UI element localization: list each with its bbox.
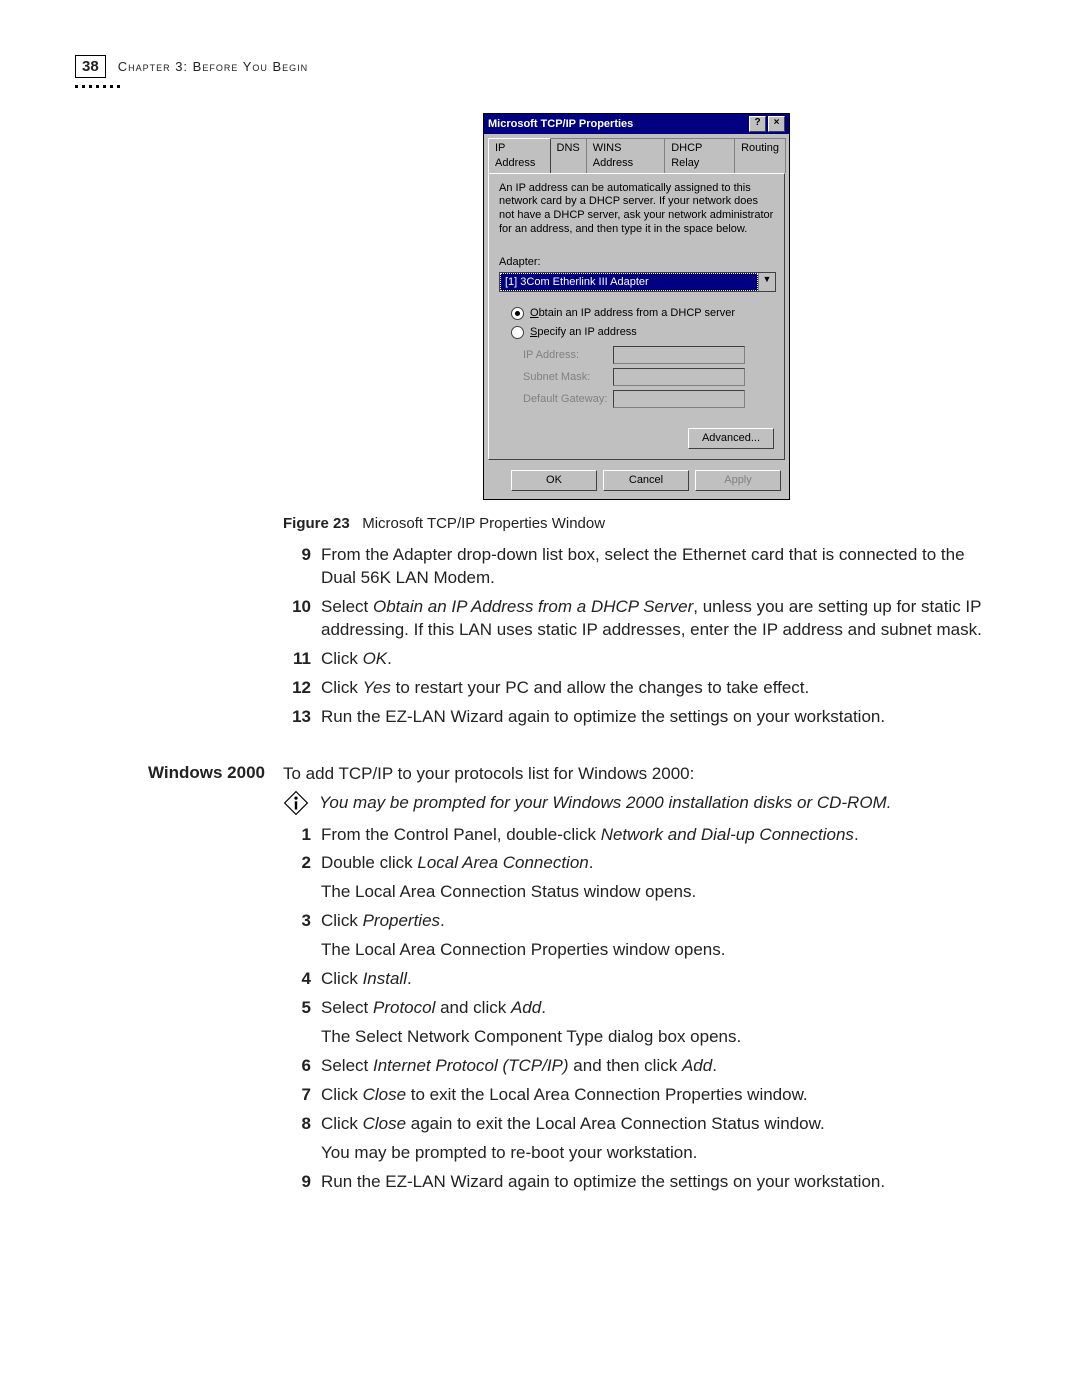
section-heading: Windows 2000: [75, 763, 283, 783]
step-text: Run the EZ-LAN Wizard again to optimize …: [321, 1171, 990, 1194]
ip-address-label: IP Address:: [523, 348, 613, 363]
apply-button[interactable]: Apply: [695, 470, 781, 491]
w2k-step-4: 4 Click Install.: [283, 968, 990, 991]
step-text: Click Yes to restart your PC and allow t…: [321, 677, 990, 700]
ip-address-field: [613, 346, 745, 364]
subnet-mask-label: Subnet Mask:: [523, 370, 613, 385]
step-sub: The Local Area Connection Status window …: [321, 881, 990, 904]
info-note: You may be prompted for your Windows 200…: [283, 790, 990, 816]
tab-panel: An IP address can be automatically assig…: [488, 173, 785, 460]
tab-dhcp-relay[interactable]: DHCP Relay: [664, 138, 735, 173]
tab-routing[interactable]: Routing: [734, 138, 786, 173]
radio-specify-ip[interactable]: Specify an IP address: [511, 325, 774, 340]
advanced-button[interactable]: Advanced...: [688, 428, 774, 449]
page-number: 38: [75, 55, 106, 78]
step-number: 3: [283, 910, 321, 962]
dialog-titlebar: Microsoft TCP/IP Properties ? ×: [484, 114, 789, 134]
w2k-step-9: 9 Run the EZ-LAN Wizard again to optimiz…: [283, 1171, 990, 1194]
radio-specify-label: Specify an IP address: [530, 325, 637, 340]
step-11: 11 Click OK.: [283, 648, 990, 671]
default-gateway-field: [613, 390, 745, 408]
page: 38 Chapter 3: Before You Begin Microsoft…: [0, 0, 1080, 1397]
step-text: Double click Local Area Connection. The …: [321, 852, 990, 904]
dialog-description: An IP address can be automatically assig…: [499, 182, 774, 237]
chapter-title-text: Chapter 3: Before You Begin: [118, 59, 308, 74]
chapter-title: Chapter 3: Before You Begin: [118, 59, 308, 74]
step-number: 10: [283, 596, 321, 642]
step-sub: The Local Area Connection Properties win…: [321, 939, 990, 962]
tab-dns[interactable]: DNS: [550, 138, 587, 173]
subnet-mask-field: [613, 368, 745, 386]
w2k-step-1: 1 From the Control Panel, double-click N…: [283, 824, 990, 847]
w2k-step-8: 8 Click Close again to exit the Local Ar…: [283, 1113, 990, 1165]
default-gateway-label: Default Gateway:: [523, 392, 613, 407]
step-number: 6: [283, 1055, 321, 1078]
radio-icon: [511, 307, 524, 320]
tab-strip: IP Address DNS WINS Address DHCP Relay R…: [484, 134, 789, 173]
step-text: Select Internet Protocol (TCP/IP) and th…: [321, 1055, 990, 1078]
step-number: 8: [283, 1113, 321, 1165]
step-number: 2: [283, 852, 321, 904]
step-number: 4: [283, 968, 321, 991]
step-text: Select Protocol and click Add. The Selec…: [321, 997, 990, 1049]
figure-caption: Figure 23 Microsoft TCP/IP Properties Wi…: [283, 514, 990, 534]
step-sub: The Select Network Component Type dialog…: [321, 1026, 990, 1049]
step-text: From the Control Panel, double-click Net…: [321, 824, 990, 847]
info-note-text: You may be prompted for your Windows 200…: [319, 790, 891, 815]
tcpip-dialog: Microsoft TCP/IP Properties ? × IP Addre…: [483, 113, 790, 500]
page-header: 38 Chapter 3: Before You Begin: [75, 55, 990, 78]
cancel-button[interactable]: Cancel: [603, 470, 689, 491]
step-number: 13: [283, 706, 321, 729]
step-text: Click OK.: [321, 648, 990, 671]
step-text: Select Obtain an IP Address from a DHCP …: [321, 596, 990, 642]
step-number: 9: [283, 544, 321, 590]
ok-button[interactable]: OK: [511, 470, 597, 491]
w2k-step-6: 6 Select Internet Protocol (TCP/IP) and …: [283, 1055, 990, 1078]
step-10: 10 Select Obtain an IP Address from a DH…: [283, 596, 990, 642]
step-text: Click Close to exit the Local Area Conne…: [321, 1084, 990, 1107]
w2k-step-7: 7 Click Close to exit the Local Area Con…: [283, 1084, 990, 1107]
step-9: 9 From the Adapter drop-down list box, s…: [283, 544, 990, 590]
step-text: Click Install.: [321, 968, 990, 991]
section-intro: To add TCP/IP to your protocols list for…: [283, 763, 990, 786]
step-text: Click Properties. The Local Area Connect…: [321, 910, 990, 962]
step-number: 12: [283, 677, 321, 700]
figure-caption-text: Microsoft TCP/IP Properties Window: [362, 515, 605, 532]
step-text: Run the EZ-LAN Wizard again to optimize …: [321, 706, 990, 729]
radio-obtain-label: Obtain an IP address from a DHCP server: [530, 306, 735, 321]
w2k-step-2: 2 Double click Local Area Connection. Th…: [283, 852, 990, 904]
step-text: From the Adapter drop-down list box, sel…: [321, 544, 990, 590]
close-button[interactable]: ×: [768, 116, 785, 132]
radio-obtain-dhcp[interactable]: Obtain an IP address from a DHCP server: [511, 306, 774, 321]
step-text: Click Close again to exit the Local Area…: [321, 1113, 990, 1165]
step-number: 5: [283, 997, 321, 1049]
w2k-step-3: 3 Click Properties. The Local Area Conne…: [283, 910, 990, 962]
step-sub: You may be prompted to re-boot your work…: [321, 1142, 990, 1165]
adapter-dropdown[interactable]: [1] 3Com Etherlink III Adapter ▼: [499, 272, 776, 293]
tab-wins[interactable]: WINS Address: [586, 138, 665, 173]
step-number: 9: [283, 1171, 321, 1194]
help-button[interactable]: ?: [749, 116, 766, 132]
dropdown-arrow-icon[interactable]: ▼: [758, 273, 775, 292]
dialog-figure: Microsoft TCP/IP Properties ? × IP Addre…: [283, 113, 990, 500]
tab-ip-address[interactable]: IP Address: [488, 138, 551, 173]
adapter-value: [1] 3Com Etherlink III Adapter: [500, 273, 758, 292]
w2k-step-5: 5 Select Protocol and click Add. The Sel…: [283, 997, 990, 1049]
step-12: 12 Click Yes to restart your PC and allo…: [283, 677, 990, 700]
radio-icon: [511, 326, 524, 339]
step-number: 7: [283, 1084, 321, 1107]
dialog-title-text: Microsoft TCP/IP Properties: [488, 117, 633, 132]
step-number: 1: [283, 824, 321, 847]
figure-label: Figure 23: [283, 515, 350, 532]
adapter-label: Adapter:: [499, 255, 774, 270]
info-icon: [283, 790, 309, 816]
decorative-dots: [75, 78, 125, 86]
step-13: 13 Run the EZ-LAN Wizard again to optimi…: [283, 706, 990, 729]
step-number: 11: [283, 648, 321, 671]
